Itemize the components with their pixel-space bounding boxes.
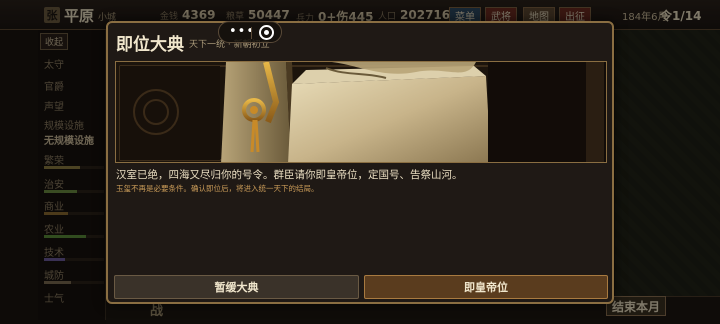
dialog-note: 玉玺不再是必要条件。确认即位后，将进入统一天下的结局。	[116, 184, 319, 193]
postpone-ceremony-button[interactable]: 暂缓大典	[114, 275, 359, 299]
miniprogram-capsule: •••	[218, 21, 282, 43]
close-target-icon[interactable]	[259, 25, 274, 40]
dialog-message: 汉室已绝，四海又尽归你的号令。群臣请你即皇帝位，定国号、告祭山河。	[116, 169, 463, 181]
ascend-throne-button[interactable]: 即皇帝位	[364, 275, 608, 299]
capsule-divider	[251, 27, 252, 39]
coronation-dialog: 即位大典 天下一统 · 新朝初立 汉室已绝，四海又尽归你的号令。群臣请你即皇帝位…	[106, 21, 614, 304]
dialog-title: 即位大典	[116, 35, 184, 55]
jade-seal-icon	[116, 62, 606, 162]
imperial-seal-illustration	[115, 61, 607, 163]
